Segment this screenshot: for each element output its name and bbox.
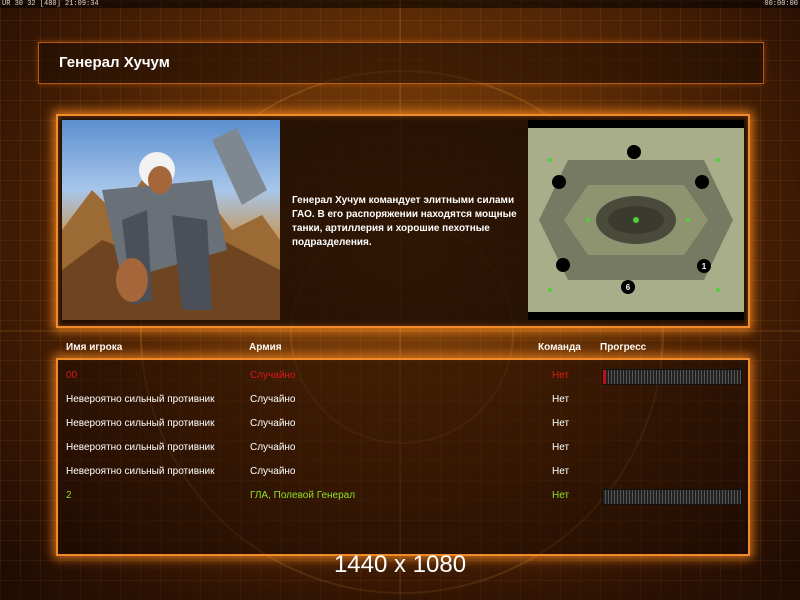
player-team[interactable]: Нет [552, 394, 569, 405]
player-name: Невероятно сильный противник [66, 442, 215, 453]
player-name: Невероятно сильный противник [66, 394, 215, 405]
player-army[interactable]: Случайно [250, 418, 296, 429]
progress-bar [602, 489, 742, 505]
player-team[interactable]: Нет [552, 442, 569, 453]
start-marker-1: 1 [702, 262, 707, 271]
system-status-bar: UR 30 32 [480] 21:09:34 00:00:00 [0, 0, 800, 8]
player-team[interactable]: Нет [552, 466, 569, 477]
player-row[interactable]: Невероятно сильный противник Случайно Нет [58, 388, 748, 412]
progress-bar [602, 369, 742, 385]
player-name: Невероятно сильный противник [66, 466, 215, 477]
general-description: Генерал Хучум командует элитными силами … [292, 195, 517, 248]
player-name: 2 [66, 490, 72, 501]
column-header-army: Армия [249, 342, 282, 353]
player-row[interactable]: 2 ГЛА, Полевой Генерал Нет [58, 484, 748, 508]
general-portrait [62, 120, 280, 320]
player-team[interactable]: Нет [552, 370, 569, 381]
column-header-team: Команда [538, 342, 581, 353]
status-left: UR 30 32 [480] 21:09:34 [2, 0, 99, 8]
player-row[interactable]: Невероятно сильный противник Случайно Нет [58, 460, 748, 484]
player-list: 00 Случайно Нет Невероятно сильный противни… [56, 358, 750, 556]
player-army[interactable]: Случайно [250, 442, 296, 453]
player-army[interactable]: Случайно [250, 370, 296, 381]
player-row[interactable]: Невероятно сильный противник Случайно Нет [58, 436, 748, 460]
progress-bar-fill [603, 370, 606, 384]
map-preview[interactable]: 1 6 [528, 120, 744, 320]
player-team[interactable]: Нет [552, 418, 569, 429]
player-name: 00 [66, 370, 78, 381]
column-header-player: Имя игрока [66, 342, 123, 353]
player-team[interactable]: Нет [552, 490, 569, 501]
general-title: Генерал Хучум [59, 54, 170, 71]
player-row[interactable]: Невероятно сильный противник Случайно Нет [58, 412, 748, 436]
start-marker-6: 6 [626, 283, 631, 292]
title-bar: Генерал Хучум [38, 42, 764, 84]
player-army[interactable]: Случайно [250, 466, 296, 477]
resolution-label: 1440 x 1080 [333, 551, 467, 578]
player-name: Невероятно сильный противник [66, 418, 215, 429]
player-row[interactable]: 00 Случайно Нет [58, 364, 748, 388]
column-header-progress: Прогресс [600, 342, 647, 353]
status-clock: 00:00:00 [764, 0, 798, 8]
player-army[interactable]: Случайно [250, 394, 296, 405]
general-info-panel: Генерал Хучум командует элитными силами … [56, 114, 750, 328]
player-army[interactable]: ГЛА, Полевой Генерал [250, 490, 355, 501]
